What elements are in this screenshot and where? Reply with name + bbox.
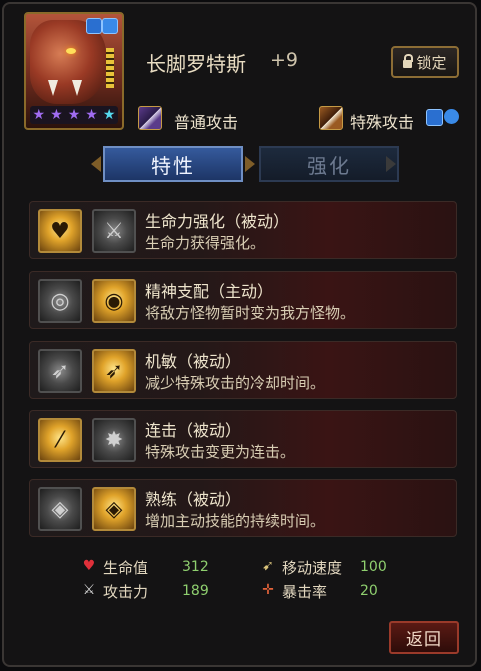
heart-aura-icon: ♥ bbox=[38, 209, 82, 253]
hero-name: 长脚罗特斯 bbox=[146, 52, 246, 76]
lock-button-label: 锁定 bbox=[416, 53, 447, 72]
skill-name: 机敏（被动） bbox=[145, 352, 242, 371]
burst-icon: ✸ bbox=[92, 418, 136, 462]
stat-value-crit-rate: 20 bbox=[360, 583, 378, 599]
special-attack-icon[interactable] bbox=[319, 106, 343, 130]
hero-level: +9 bbox=[270, 49, 299, 71]
stat-label-move-speed: 移动速度 bbox=[282, 559, 343, 577]
skill-desc: 将敌方怪物暂时变为我方怪物。 bbox=[145, 304, 356, 322]
boot-icon: ➹ bbox=[262, 558, 274, 574]
mask-icon bbox=[426, 109, 443, 126]
stat-value-hp: 312 bbox=[182, 559, 209, 575]
lock-icon bbox=[403, 54, 414, 68]
claw-eye-icon: ◈ bbox=[38, 487, 82, 531]
stat-label-crit-rate: 暴击率 bbox=[282, 583, 328, 601]
arrows-icon: ➶ bbox=[38, 349, 82, 393]
golden-eye-icon: ◈ bbox=[92, 487, 136, 531]
skill-name: 连击（被动） bbox=[145, 421, 242, 440]
skill-row[interactable]: ◎ ◉ 精神支配（主动） 将敌方怪物暂时变为我方怪物。 bbox=[29, 271, 457, 329]
skill-row[interactable]: ➶ ➶ 机敏（被动） 减少特殊攻击的冷却时间。 bbox=[29, 341, 457, 399]
skill-desc: 特殊攻击变更为连击。 bbox=[145, 443, 296, 461]
slash-icon: ⁄ bbox=[38, 418, 82, 462]
mind-eye-icon: ◉ bbox=[92, 279, 136, 323]
mask-badge-icon bbox=[102, 18, 118, 34]
skill-name: 生命力强化（被动） bbox=[145, 212, 290, 231]
star-icon: ★ bbox=[50, 107, 63, 123]
stat-value-attack: 189 bbox=[182, 583, 209, 599]
monster-fang bbox=[72, 80, 82, 96]
stat-label-attack: 攻击力 bbox=[103, 583, 149, 601]
star-icon: ★ bbox=[102, 107, 116, 123]
stat-value-move-speed: 100 bbox=[360, 559, 387, 575]
sword-icon: ⚔ bbox=[82, 582, 96, 598]
monster-fang bbox=[48, 80, 58, 96]
skill-row[interactable]: ♥ ⚔ 生命力强化（被动） 生命力获得强化。 bbox=[29, 201, 457, 259]
skill-row[interactable]: ◈ ◈ 熟练（被动） 增加主动技能的持续时间。 bbox=[29, 479, 457, 537]
hero-gauge bbox=[106, 48, 114, 88]
mask-badge-icon bbox=[86, 18, 102, 34]
skill-desc: 生命力获得强化。 bbox=[145, 234, 266, 252]
crosshair-icon: ✛ bbox=[262, 582, 274, 598]
star-rating: ★ ★ ★ ★ ★ bbox=[30, 106, 118, 124]
skill-row[interactable]: ⁄ ✸ 连击（被动） 特殊攻击变更为连击。 bbox=[29, 410, 457, 468]
stat-label-hp: 生命值 bbox=[103, 559, 149, 577]
sword-cross-icon: ⚔ bbox=[92, 209, 136, 253]
swirl-icon: ◎ bbox=[38, 279, 82, 323]
tab-arrow-right-icon bbox=[245, 156, 255, 172]
normal-attack-label: 普通攻击 bbox=[174, 113, 239, 132]
lock-button[interactable]: 锁定 bbox=[391, 46, 459, 78]
special-attack-label: 特殊攻击 bbox=[350, 113, 415, 132]
heart-icon: ♥ bbox=[82, 558, 96, 574]
tab-enhance[interactable]: 强化 bbox=[259, 146, 399, 182]
skill-desc: 增加主动技能的持续时间。 bbox=[145, 512, 326, 530]
skill-name: 熟练（被动） bbox=[145, 490, 242, 509]
tab-arrow-right-icon bbox=[386, 156, 396, 172]
star-icon: ★ bbox=[32, 107, 46, 123]
golden-arrows-icon: ➶ bbox=[92, 349, 136, 393]
normal-attack-icon[interactable] bbox=[138, 106, 162, 130]
star-icon: ★ bbox=[67, 107, 81, 123]
hero-portrait[interactable]: ★ ★ ★ ★ ★ bbox=[24, 12, 124, 130]
skill-desc: 减少特殊攻击的冷却时间。 bbox=[145, 374, 326, 392]
star-icon: ★ bbox=[85, 107, 98, 123]
skill-name: 精神支配（主动） bbox=[145, 282, 274, 301]
mask-icon bbox=[444, 109, 459, 124]
tab-traits[interactable]: 特性 bbox=[103, 146, 243, 182]
return-button[interactable]: 返回 bbox=[389, 621, 459, 654]
monster-eye bbox=[66, 48, 76, 54]
tab-arrow-left-icon bbox=[91, 156, 101, 172]
